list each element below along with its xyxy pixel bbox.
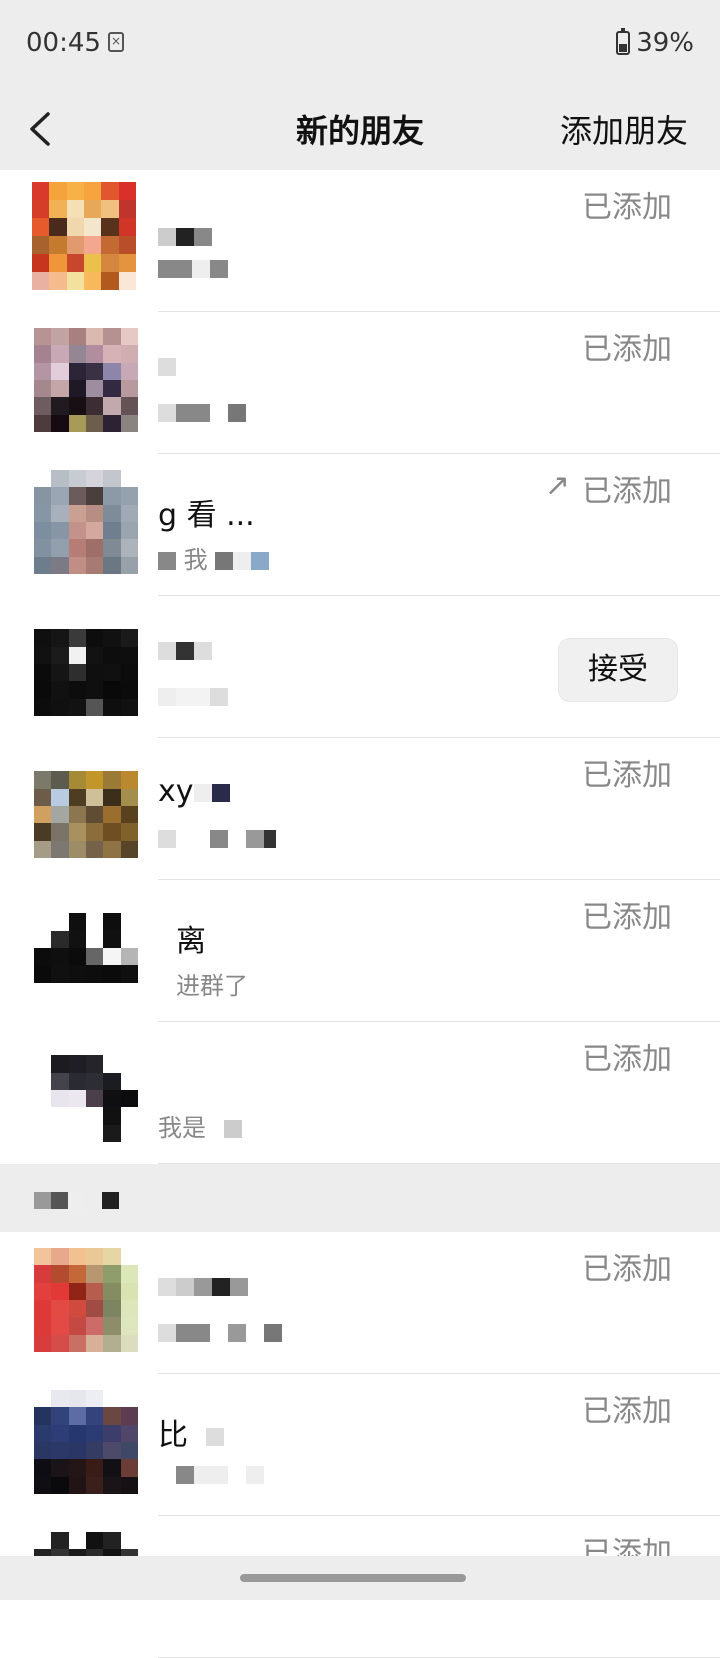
battery-icon (616, 28, 631, 55)
friend-name-text: 比 (158, 1418, 188, 1453)
sim-card-icon: × (108, 32, 124, 52)
friend-name (158, 1268, 248, 1303)
friend-message (158, 682, 228, 710)
friend-name: 比 (158, 1410, 224, 1454)
chevron-left-icon (30, 112, 50, 146)
friend-request-row[interactable]: g 看 ... 我 ↗ 已添加 (0, 454, 720, 596)
section-label (34, 1192, 119, 1209)
friend-request-row[interactable]: 我是 已添加 (0, 1022, 720, 1164)
share-arrow-icon: ↗ (544, 468, 570, 503)
added-status: 已添加 (582, 1394, 672, 1429)
friend-message: 我 (158, 540, 270, 575)
friend-request-row[interactable]: xy 已添加 (0, 738, 720, 880)
avatar (34, 1248, 138, 1352)
added-status: 已添加 (582, 1042, 672, 1077)
friend-message-text: 进群了 (176, 972, 248, 1000)
avatar (34, 1390, 138, 1494)
friend-request-row[interactable]: 离 进群了 已添加 (0, 880, 720, 1022)
friend-message (158, 398, 246, 426)
status-time: 00:45 (26, 28, 101, 58)
avatar (34, 328, 138, 432)
friend-name (158, 348, 176, 383)
friend-message (158, 1318, 282, 1346)
added-status: 已添加 (582, 900, 672, 935)
friend-message: 进群了 (158, 966, 248, 1001)
friend-name (158, 1058, 176, 1093)
battery-status: 39% (616, 28, 694, 58)
friend-message (158, 254, 228, 282)
friend-request-row[interactable]: 已添加 (0, 312, 720, 454)
home-indicator[interactable] (240, 1574, 466, 1582)
friend-message (158, 824, 276, 852)
add-friend-button[interactable]: 添加朋友 (560, 106, 688, 152)
friend-name: xy (158, 774, 230, 809)
friend-name-text: 离 (176, 924, 206, 959)
added-status: 已添加 (582, 190, 672, 225)
accept-button[interactable]: 接受 (558, 638, 678, 702)
friend-message: 我是 (158, 1108, 242, 1143)
nav-header: 新的朋友 添加朋友 (0, 88, 720, 170)
avatar (34, 470, 138, 574)
friend-name (158, 632, 212, 667)
friend-request-row[interactable]: 已添加 (0, 1232, 720, 1374)
friend-message-text: 我 (183, 546, 208, 574)
friend-name-text: xy (158, 774, 194, 809)
avatar (34, 754, 138, 858)
friend-name: g 看 ... (158, 498, 255, 533)
friend-name: 离 (158, 916, 206, 960)
new-friends-list: 已添加 已添加 g 看 ... 我 ↗ 已添加 接受 xy 已添加 离 进群了 … (0, 170, 720, 1658)
avatar (34, 1038, 138, 1142)
friend-message-text: 我是 (158, 1114, 206, 1142)
back-button[interactable] (24, 106, 64, 152)
avatar (32, 182, 136, 290)
friend-name (158, 218, 212, 253)
avatar (34, 896, 138, 1000)
added-status: 已添加 (582, 1252, 672, 1287)
friend-request-row[interactable]: 已添加 (0, 170, 720, 312)
friend-request-row[interactable]: 比 已添加 (0, 1374, 720, 1516)
status-bar: 00:45 × 39% (0, 0, 720, 88)
friend-request-row[interactable]: 接受 (0, 596, 720, 738)
avatar (34, 612, 138, 716)
added-status: 已添加 (582, 332, 672, 367)
section-divider (0, 1164, 720, 1232)
friend-message (158, 1460, 264, 1488)
battery-percent: 39% (636, 28, 694, 58)
added-status: 已添加 (582, 758, 672, 793)
added-status: 已添加 (582, 474, 672, 509)
